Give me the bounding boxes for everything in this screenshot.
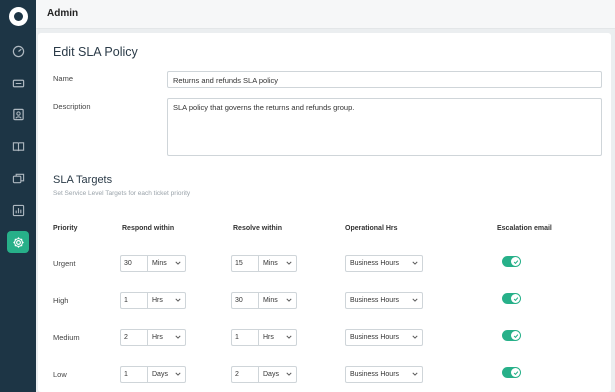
chevron-down-icon: [286, 334, 292, 342]
operational-hours-value: Business Hours: [350, 297, 400, 304]
column-header-operational-hrs: Operational Hrs: [345, 225, 398, 232]
gear-icon: [12, 236, 24, 248]
toggle-knob: [511, 294, 520, 303]
knowledge-base-icon: [12, 141, 24, 151]
escalation-email-toggle[interactable]: [502, 293, 521, 304]
column-header-priority: Priority: [53, 225, 78, 232]
description-label: Description: [53, 102, 91, 111]
name-label: Name: [53, 74, 74, 83]
resolve-value-input[interactable]: 2: [231, 366, 258, 383]
check-icon: [513, 333, 518, 338]
contacts-icon: [12, 108, 24, 120]
column-header-respond-within: Respond within: [122, 225, 175, 232]
resolve-unit-value: Mins: [263, 297, 278, 304]
respond-value-input[interactable]: 1: [120, 292, 147, 309]
chevron-down-icon: [175, 334, 181, 342]
respond-unit-select[interactable]: Days: [147, 366, 186, 383]
sidebar-item-forums[interactable]: [0, 165, 36, 191]
resolve-unit-select[interactable]: Mins: [258, 255, 297, 272]
chevron-down-icon: [286, 297, 292, 305]
toggle-knob: [511, 257, 520, 266]
sidebar: [0, 0, 36, 392]
sidebar-item-admin[interactable]: [0, 229, 36, 255]
column-header-escalation-email: Escalation email: [497, 225, 552, 232]
respond-unit-value: Days: [152, 371, 168, 378]
resolve-unit-select[interactable]: Mins: [258, 292, 297, 309]
page-title: Edit SLA Policy: [53, 45, 138, 59]
name-input[interactable]: Returns and refunds SLA policy: [167, 71, 602, 88]
resolve-unit-value: Days: [263, 371, 279, 378]
check-icon: [513, 370, 518, 375]
priority-label: High: [53, 296, 69, 305]
chevron-down-icon: [175, 297, 181, 305]
resolve-unit-select[interactable]: Hrs: [258, 329, 297, 346]
escalation-email-toggle[interactable]: [502, 367, 521, 378]
operational-hours-select[interactable]: Business Hours: [345, 292, 423, 309]
check-icon: [513, 296, 518, 301]
chevron-down-icon: [412, 334, 418, 342]
sidebar-item-dashboard[interactable]: [0, 38, 36, 64]
resolve-value-input[interactable]: 1: [231, 329, 258, 346]
resolve-unit-value: Mins: [263, 260, 278, 267]
reports-icon: [12, 204, 24, 216]
respond-unit-select[interactable]: Hrs: [147, 329, 186, 346]
sidebar-item-tickets[interactable]: [0, 70, 36, 96]
escalation-email-toggle[interactable]: [502, 256, 521, 267]
respond-unit-value: Hrs: [152, 334, 163, 341]
toggle-knob: [511, 331, 520, 340]
chevron-down-icon: [175, 260, 181, 268]
sidebar-item-reports[interactable]: [0, 197, 36, 223]
chevron-down-icon: [286, 371, 292, 379]
sidebar-item-contacts[interactable]: [0, 101, 36, 127]
description-textarea[interactable]: SLA policy that governs the returns and …: [167, 98, 602, 156]
header-title: Admin: [47, 8, 79, 19]
check-icon: [513, 259, 518, 264]
tickets-icon: [12, 79, 24, 87]
column-header-resolve-within: Resolve within: [233, 225, 283, 232]
operational-hours-value: Business Hours: [350, 334, 400, 341]
respond-value-input[interactable]: 1: [120, 366, 147, 383]
dashboard-icon: [12, 45, 24, 57]
priority-label: Medium: [53, 333, 80, 342]
resolve-unit-select[interactable]: Days: [258, 366, 297, 383]
chevron-down-icon: [412, 371, 418, 379]
operational-hours-select[interactable]: Business Hours: [345, 255, 423, 272]
resolve-unit-value: Hrs: [263, 334, 274, 341]
chevron-down-icon: [175, 371, 181, 379]
respond-value-input[interactable]: 30: [120, 255, 147, 272]
respond-unit-select[interactable]: Mins: [147, 255, 186, 272]
respond-unit-value: Mins: [152, 260, 167, 267]
chevron-down-icon: [286, 260, 292, 268]
priority-label: Low: [53, 370, 67, 379]
priority-label: Urgent: [53, 259, 76, 268]
sla-targets-subtitle: Set Service Level Targets for each ticke…: [53, 190, 191, 197]
logo-icon[interactable]: [9, 7, 28, 26]
escalation-email-toggle[interactable]: [502, 330, 521, 341]
chevron-down-icon: [412, 297, 418, 305]
edit-sla-policy-card: Edit SLA Policy Name Returns and refunds…: [38, 33, 611, 392]
operational-hours-select[interactable]: Business Hours: [345, 329, 423, 346]
respond-value-input[interactable]: 2: [120, 329, 147, 346]
resolve-value-input[interactable]: 30: [231, 292, 258, 309]
operational-hours-value: Business Hours: [350, 371, 400, 378]
toggle-knob: [511, 368, 520, 377]
respond-unit-select[interactable]: Hrs: [147, 292, 186, 309]
resolve-value-input[interactable]: 15: [231, 255, 258, 272]
sla-targets-title: SLA Targets: [53, 174, 113, 186]
top-header: Admin: [36, 0, 615, 29]
operational-hours-value: Business Hours: [350, 260, 400, 267]
active-highlight: [7, 231, 29, 253]
sidebar-item-knowledge-base[interactable]: [0, 133, 36, 159]
forums-icon: [12, 173, 24, 183]
respond-unit-value: Hrs: [152, 297, 163, 304]
chevron-down-icon: [412, 260, 418, 268]
operational-hours-select[interactable]: Business Hours: [345, 366, 423, 383]
